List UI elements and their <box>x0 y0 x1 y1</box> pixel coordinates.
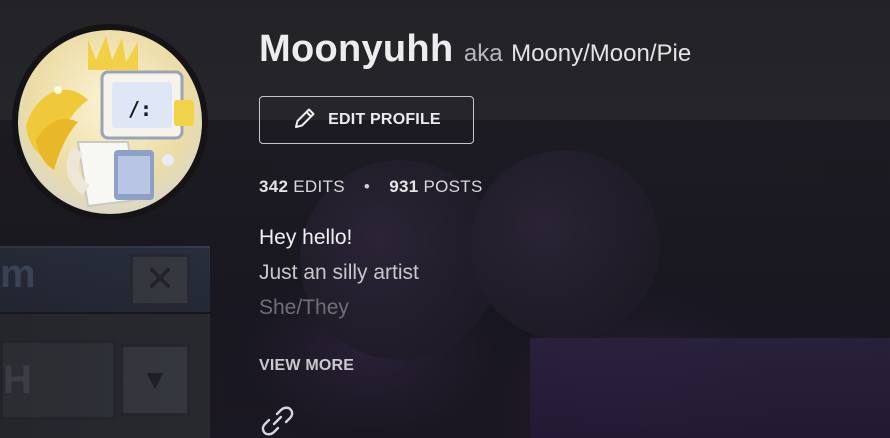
aka-value: Moony/Moon/Pie <box>511 40 692 67</box>
avatar[interactable]: /: <box>12 24 208 220</box>
svg-text:/:: /: <box>128 97 152 121</box>
edits-count: 342 <box>259 177 289 196</box>
bio-line: Just an silly artist <box>259 261 419 284</box>
avatar-image: /: <box>18 30 202 214</box>
avatar-character-icon: /: <box>26 36 194 208</box>
link-icon[interactable] <box>259 404 295 438</box>
stats-separator: • <box>363 177 371 196</box>
bio-line-faded: She/They <box>259 296 349 319</box>
edits-label: EDITS <box>293 177 345 196</box>
posts-label: POSTS <box>423 177 483 196</box>
profile-name-row: Moonyuhh aka Moony/Moon/Pie <box>259 28 691 71</box>
edit-profile-button[interactable]: EDIT PROFILE <box>259 96 474 144</box>
bio-line: Hey hello! <box>259 226 353 249</box>
profile-header: m ✕ H ▼ /: <box>0 0 890 438</box>
aka-label: aka <box>463 40 503 67</box>
username: Moonyuhh <box>259 28 454 70</box>
profile-stats: 342 EDITS • 931 POSTS <box>259 177 483 197</box>
edit-profile-label: EDIT PROFILE <box>328 111 441 128</box>
view-more-button[interactable]: VIEW MORE <box>259 357 354 375</box>
pencil-icon <box>292 105 318 136</box>
posts-count: 931 <box>389 177 419 196</box>
